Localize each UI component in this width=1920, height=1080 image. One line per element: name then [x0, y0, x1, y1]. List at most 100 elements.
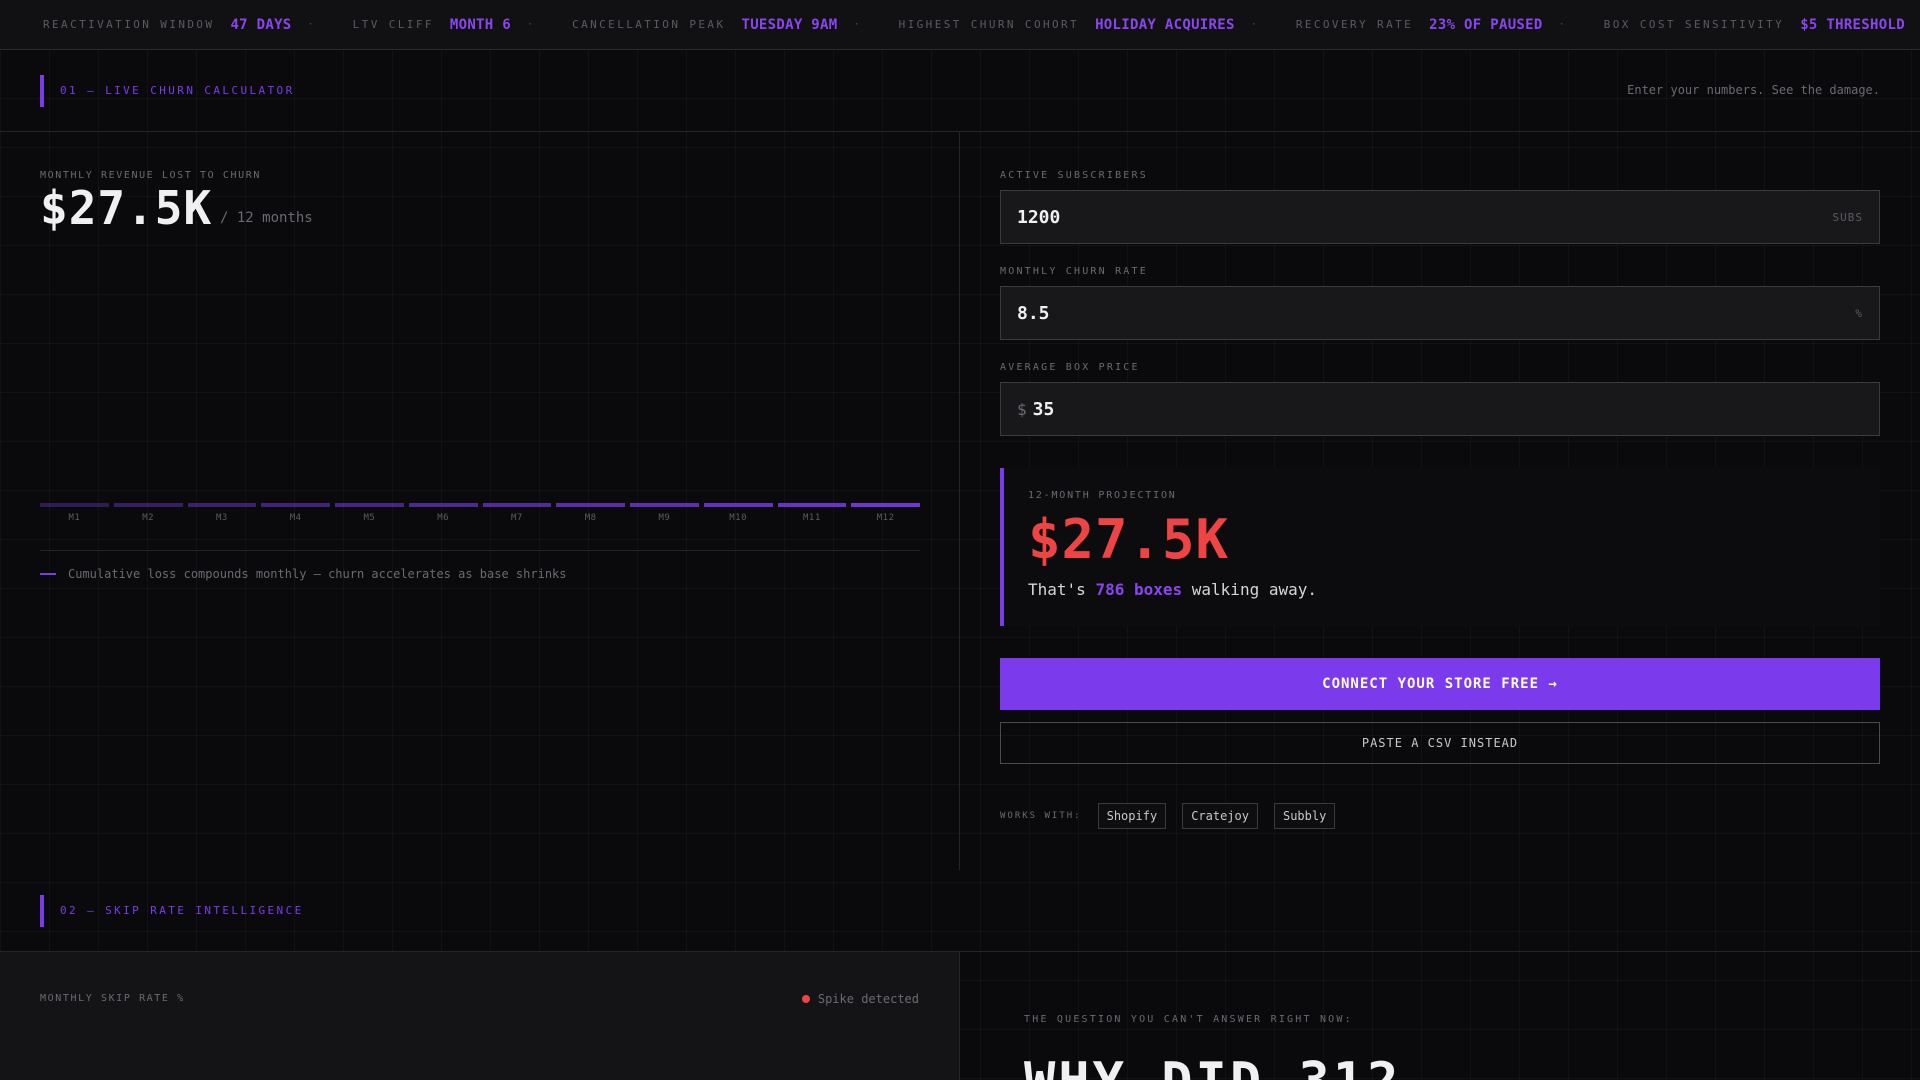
ticker-separator: · [526, 19, 533, 30]
chart-bar-m10: M10 [703, 503, 773, 533]
bar-tick-label: M6 [437, 513, 450, 523]
churn-bar-chart: M1 M2 M3 M4 M5 M6 M7 M8 M9 M10 M11 M12 [40, 503, 920, 533]
ticker-item-box-cost: BOX COST SENSITIVITY $5 THRESHOLD [1604, 17, 1905, 33]
bar-tick-label: M7 [510, 513, 523, 523]
ticker-label: HIGHEST CHURN COHORT [898, 18, 1080, 31]
projection-card: 12-MONTH PROJECTION $27.5K That's 786 bo… [1000, 468, 1880, 626]
ticker-value: 23% OF PAUSED [1429, 16, 1543, 33]
section-subtitle: Enter your numbers. See the damage. [1627, 83, 1880, 97]
projection-text-before: That's [1028, 580, 1096, 599]
question-headline: WHY DID 312 [1024, 1052, 1401, 1080]
legend-swatch [40, 573, 56, 575]
subscribers-unit: SUBS [1832, 210, 1863, 224]
section-title: 02 — SKIP RATE INTELLIGENCE [60, 904, 304, 917]
projection-highlight: 786 boxes [1095, 580, 1183, 599]
ticker-separator: · [1558, 19, 1565, 30]
box-price-input[interactable] [1032, 398, 1863, 420]
stats-ticker: REACTIVATION WINDOW 47 DAYS · LTV CLIFF … [0, 0, 1920, 50]
bar-tick-label: M1 [68, 513, 81, 523]
metric-period: / 12 months [220, 210, 313, 226]
section-header-churn-calculator: 01 — LIVE CHURN CALCULATOR Enter your nu… [0, 50, 1920, 132]
skip-rate-label: MONTHLY SKIP RATE % [40, 993, 185, 1004]
chart-bar-m1: M1 [40, 503, 109, 533]
chart-bar-m4: M4 [261, 503, 330, 533]
bar-mark [335, 503, 404, 507]
chart-bar-m12: M12 [851, 503, 920, 533]
chart-bar-m7: M7 [482, 503, 552, 533]
bar-tick-label: M9 [658, 513, 671, 523]
ticker-value: MONTH 6 [449, 16, 511, 33]
section-accent-bar [40, 895, 44, 927]
bar-tick-label: M3 [215, 513, 228, 523]
churn-rate-label: MONTHLY CHURN RATE [1000, 266, 1148, 277]
projection-label: 12-MONTH PROJECTION [1028, 490, 1177, 501]
paste-csv-button[interactable]: PASTE A CSV INSTEAD [1000, 722, 1880, 764]
section-header-skip-rate: 02 — SKIP RATE INTELLIGENCE [0, 870, 1920, 952]
ticker-value: $5 THRESHOLD [1800, 16, 1905, 33]
ticker-item-cohort: HIGHEST CHURN COHORT HOLIDAY ACQUIRES · [899, 17, 1257, 33]
churn-rate-input[interactable] [1017, 302, 1856, 324]
metric-value: $27.5K [40, 181, 213, 235]
chart-bar-m8: M8 [556, 503, 625, 533]
ticker-item-ltv: LTV CLIFF MONTH 6 · [353, 17, 533, 33]
subscribers-label: ACTIVE SUBSCRIBERS [1000, 170, 1148, 181]
projection-value: $27.5K [1028, 508, 1230, 571]
ticker-item-reactivation: REACTIVATION WINDOW 47 DAYS · [43, 17, 314, 33]
chart-bar-m2: M2 [113, 503, 183, 533]
platform-chip-cratejoy[interactable]: Cratejoy [1182, 803, 1258, 829]
platform-chip-shopify[interactable]: Shopify [1097, 803, 1167, 829]
bar-mark [113, 503, 183, 507]
chart-bar-m5: M5 [335, 503, 404, 533]
chart-bar-m11: M11 [777, 503, 847, 533]
section-title: 01 — LIVE CHURN CALCULATOR [60, 84, 295, 97]
panel-divider [959, 132, 960, 870]
legend-text: Cumulative loss compounds monthly — chur… [68, 567, 567, 581]
subscribers-field: SUBS [1000, 190, 1880, 244]
chart-legend: Cumulative loss compounds monthly — chur… [40, 567, 567, 581]
section-accent-bar [40, 75, 44, 107]
ticker-label: RECOVERY RATE [1295, 18, 1414, 31]
bar-tick-label: M2 [142, 513, 155, 523]
subscribers-input[interactable] [1017, 206, 1833, 228]
ticker-label: CANCELLATION PEAK [572, 18, 726, 31]
bar-mark [408, 503, 478, 507]
chart-bar-m6: M6 [408, 503, 478, 533]
churn-rate-unit: % [1855, 306, 1863, 320]
ticker-item-cancellation: CANCELLATION PEAK TUESDAY 9AM · [572, 17, 859, 33]
alert-dot-icon [801, 995, 810, 1003]
box-price-field: $ [1000, 382, 1880, 436]
ticker-separator: · [1250, 19, 1257, 30]
ticker-label: BOX COST SENSITIVITY [1603, 18, 1785, 31]
ticker-label: REACTIVATION WINDOW [43, 18, 215, 31]
bar-mark [482, 503, 552, 507]
ticker-label: LTV CLIFF [352, 18, 434, 31]
ticker-separator: · [307, 19, 314, 30]
metric-label: MONTHLY REVENUE LOST TO CHURN [40, 170, 261, 181]
ticker-separator: · [853, 19, 860, 30]
works-with: WORKS WITH: Shopify Cratejoy Subbly [1000, 803, 1351, 829]
bar-mark [703, 503, 773, 507]
currency-prefix: $ [1017, 399, 1027, 419]
panel-divider [959, 952, 960, 1080]
bar-tick-label: M11 [802, 513, 821, 523]
projection-text-after: walking away. [1182, 580, 1317, 599]
connect-store-button[interactable]: CONNECT YOUR STORE FREE → [1000, 658, 1880, 710]
projection-text: That's 786 boxes walking away. [1028, 580, 1317, 599]
ticker-item-recovery: RECOVERY RATE 23% OF PAUSED · [1296, 17, 1565, 33]
works-with-label: WORKS WITH: [1000, 811, 1082, 821]
bar-tick-label: M4 [289, 513, 302, 523]
bar-mark [261, 503, 330, 507]
bar-tick-label: M5 [363, 513, 376, 523]
box-price-label: AVERAGE BOX PRICE [1000, 362, 1140, 373]
churn-rate-field: % [1000, 286, 1880, 340]
spike-indicator: Spike detected [801, 992, 919, 1006]
bar-tick-label: M10 [729, 513, 747, 523]
ticker-value: 47 DAYS [230, 16, 292, 33]
platform-chip-subbly[interactable]: Subbly [1273, 803, 1336, 829]
chart-bar-m3: M3 [187, 503, 257, 533]
question-label: THE QUESTION YOU CAN'T ANSWER RIGHT NOW: [1024, 1014, 1353, 1025]
chart-baseline [40, 550, 920, 551]
bar-mark [556, 503, 625, 507]
chart-bar-m9: M9 [630, 503, 699, 533]
spike-status: Spike detected [817, 992, 919, 1006]
